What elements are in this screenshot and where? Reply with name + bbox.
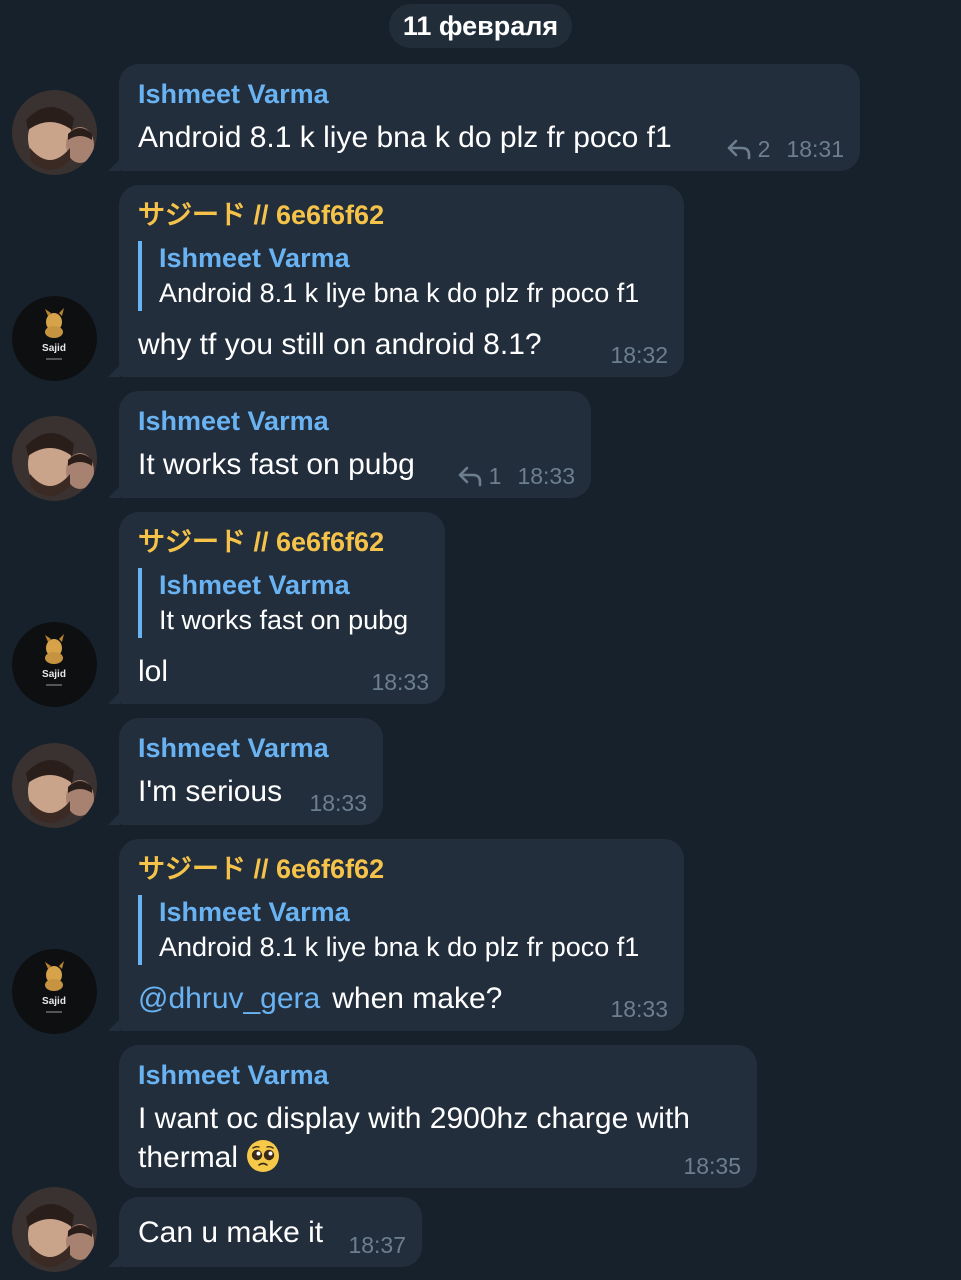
sender-name[interactable]: サジード // 6e6f6f62 <box>138 526 384 558</box>
message-time: 18:37 <box>348 1232 406 1258</box>
user-photo-icon <box>12 1187 97 1272</box>
message-bubble[interactable]: Ishmeet Varma I'm serious 18:33 <box>108 718 383 825</box>
message-text-line-2: thermal <box>138 1139 280 1176</box>
reply-quote[interactable]: Ishmeet Varma Android 8.1 k liye bna k d… <box>138 895 639 965</box>
message-text-line-1: I want oc display with 2900hz charge wit… <box>138 1102 690 1135</box>
user-photo-icon <box>12 416 97 501</box>
avatar-label: Sajid <box>42 343 66 354</box>
message-time: 18:33 <box>517 463 575 489</box>
message-meta: 18:33 <box>309 789 367 817</box>
replies-count: 2 <box>757 136 771 162</box>
doge-logo-icon: Sajid <box>12 949 97 1034</box>
avatar-ishmeet[interactable] <box>12 743 97 828</box>
user-mention-link[interactable]: @dhruv_gera <box>138 982 320 1015</box>
message-text: I'm serious <box>138 775 283 808</box>
reply-quote-name: Ishmeet Varma <box>159 570 350 600</box>
replies-counter[interactable]: 2 <box>726 135 771 163</box>
reply-arrow-icon <box>458 466 481 487</box>
message-text: @dhruv_gera when make? <box>138 981 502 1017</box>
doge-logo-icon: Sajid <box>12 296 97 381</box>
avatar-ishmeet[interactable] <box>12 416 97 501</box>
pleading-face-emoji-icon <box>247 1140 280 1172</box>
reply-arrow-icon <box>727 139 750 160</box>
sender-name[interactable]: サジード // 6e6f6f62 <box>138 199 384 231</box>
message-time: 18:33 <box>610 996 668 1022</box>
sender-name[interactable]: Ishmeet Varma <box>138 78 329 110</box>
reply-quote-name: Ishmeet Varma <box>159 243 350 273</box>
reply-quote-text: Android 8.1 k liye bna k do plz fr poco … <box>159 932 640 962</box>
message-time: 18:33 <box>371 669 429 695</box>
reply-quote[interactable]: Ishmeet Varma Android 8.1 k liye bna k d… <box>138 241 639 311</box>
avatar-sajid[interactable]: Sajid <box>12 296 97 381</box>
message-bubble[interactable]: Ishmeet Varma It works fast on pubg 1 18… <box>108 391 591 498</box>
message-meta: 1 18:33 <box>457 462 575 490</box>
message-bubble[interactable]: Can u make it 18:37 <box>108 1197 422 1267</box>
avatar-sajid[interactable]: Sajid <box>12 949 97 1034</box>
message-time: 18:32 <box>610 342 668 368</box>
avatar-ishmeet[interactable] <box>12 1187 97 1272</box>
replies-count: 1 <box>488 463 502 489</box>
message-meta: 2 18:31 <box>726 135 844 163</box>
message-meta: 18:33 <box>371 668 429 696</box>
message-bubble[interactable]: サジード // 6e6f6f62 Ishmeet Varma Android 8… <box>108 185 684 377</box>
message-bubble[interactable]: サジード // 6e6f6f62 Ishmeet Varma Android 8… <box>108 839 684 1031</box>
user-photo-icon <box>12 90 97 175</box>
message-time: 18:31 <box>786 136 844 162</box>
avatar-sajid[interactable]: Sajid <box>12 622 97 707</box>
message-meta: 18:35 <box>683 1152 741 1180</box>
sender-name[interactable]: Ishmeet Varma <box>138 405 329 437</box>
reply-quote-text: It works fast on pubg <box>159 605 409 635</box>
message-text: Can u make it <box>138 1216 324 1249</box>
message-text: lol <box>138 655 169 688</box>
date-separator: 11 февраля <box>389 4 572 48</box>
message-bubble[interactable]: Ishmeet Varma I want oc display with 290… <box>119 1045 757 1188</box>
replies-counter[interactable]: 1 <box>457 462 502 490</box>
doge-logo-icon: Sajid <box>12 622 97 707</box>
message-text: It works fast on pubg <box>138 448 415 481</box>
avatar-ishmeet[interactable] <box>12 90 97 175</box>
message-text-body: when make? <box>332 982 503 1015</box>
user-photo-icon <box>12 743 97 828</box>
sender-name[interactable]: サジード // 6e6f6f62 <box>138 853 384 885</box>
message-bubble[interactable]: Ishmeet Varma Android 8.1 k liye bna k d… <box>108 64 860 171</box>
avatar-label: Sajid <box>42 669 66 680</box>
message-text-body: thermal <box>138 1141 239 1174</box>
message-text: why tf you still on android 8.1? <box>138 328 542 361</box>
message-text: Android 8.1 k liye bna k do plz fr poco … <box>138 121 672 154</box>
reply-quote-text: Android 8.1 k liye bna k do plz fr poco … <box>159 278 640 308</box>
reply-quote[interactable]: Ishmeet Varma It works fast on pubg <box>138 568 408 638</box>
chat-view[interactable]: 11 февраля Ishmeet Varma Android 8.1 k l… <box>0 0 961 1280</box>
message-bubble[interactable]: サジード // 6e6f6f62 Ishmeet Varma It works … <box>108 512 445 704</box>
message-time: 18:33 <box>309 790 367 816</box>
avatar-label: Sajid <box>42 996 66 1007</box>
message-meta: 18:37 <box>348 1231 406 1259</box>
message-meta: 18:32 <box>610 341 668 369</box>
reply-quote-name: Ishmeet Varma <box>159 897 350 927</box>
message-meta: 18:33 <box>610 995 668 1023</box>
sender-name[interactable]: Ishmeet Varma <box>138 1059 329 1091</box>
message-time: 18:35 <box>683 1153 741 1179</box>
sender-name[interactable]: Ishmeet Varma <box>138 732 329 764</box>
